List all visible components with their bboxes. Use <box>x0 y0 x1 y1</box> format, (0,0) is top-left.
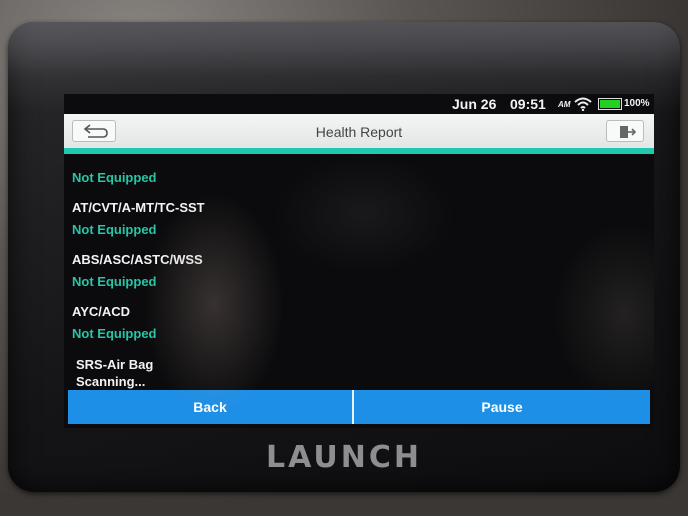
brand-logo: LAUNCH <box>265 440 422 475</box>
button-bar: Back Pause <box>68 390 650 424</box>
title-bar: Health Report <box>64 114 654 148</box>
list-item-name: AYC/ACD <box>72 304 131 319</box>
back-button[interactable]: Back <box>68 390 352 424</box>
list-item-name: ABS/ASC/ASTC/WSS <box>72 252 203 267</box>
battery-fill <box>600 100 620 108</box>
status-bar: Jun 26 09:51 AM 100% <box>64 94 654 114</box>
exit-button[interactable] <box>606 120 644 142</box>
page-title: Health Report <box>315 124 403 140</box>
device-screen: Jun 26 09:51 AM 100% Health Report Not E… <box>64 94 654 428</box>
list-item-status: Scanning... <box>76 374 146 389</box>
battery-percent: 100% <box>624 98 650 109</box>
list-item-name: AT/CVT/A-MT/TC-SST <box>72 200 205 215</box>
status-date: Jun 26 <box>452 96 497 112</box>
pause-button[interactable]: Pause <box>354 390 650 424</box>
list-item-status: Not Equipped <box>72 170 157 185</box>
exit-icon <box>620 126 637 138</box>
list-item-status: Not Equipped <box>72 274 157 289</box>
list-item-status: Not Equipped <box>72 326 157 341</box>
status-ampm: AM <box>558 100 571 109</box>
list-item-status: Not Equipped <box>72 222 157 237</box>
status-time: 09:51 <box>510 96 546 112</box>
list-item-name: SRS-Air Bag <box>76 357 154 372</box>
battery-icon <box>598 98 622 110</box>
wifi-icon <box>574 97 592 111</box>
system-list[interactable]: Not Equipped AT/CVT/A-MT/TC-SST Not Equi… <box>64 154 654 390</box>
